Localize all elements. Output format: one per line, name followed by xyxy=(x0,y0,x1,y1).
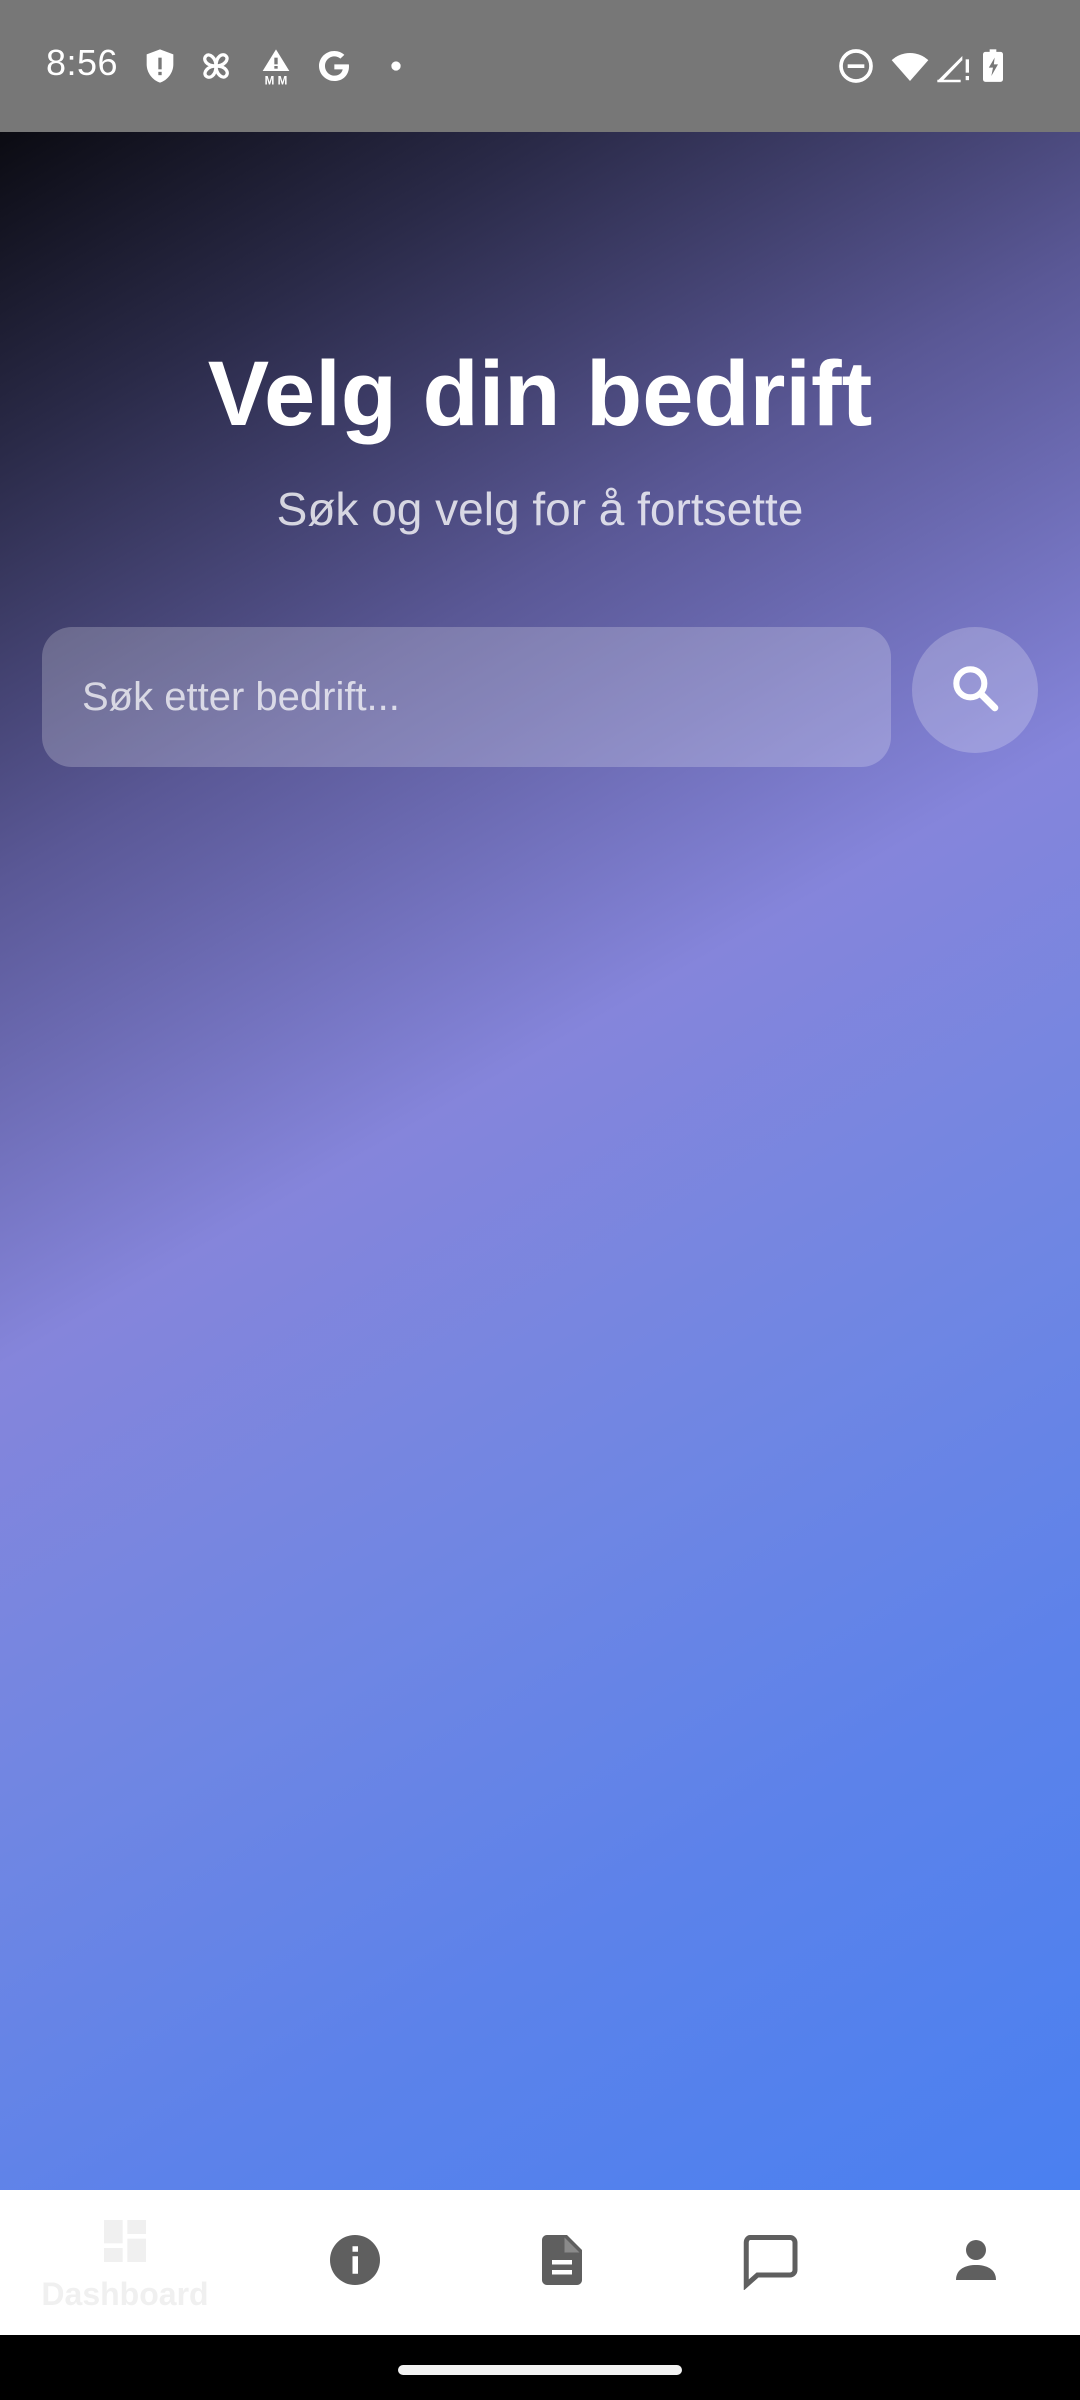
dashboard-icon xyxy=(97,2213,153,2274)
svg-text:M M: M M xyxy=(265,74,288,86)
info-icon xyxy=(325,2230,385,2295)
pinwheel-icon xyxy=(196,46,236,86)
app-screen: 8:56 M M Velg din bedrift Søk og velg fo… xyxy=(0,0,1080,2400)
main-content: Velg din bedrift Søk og velg for å forts… xyxy=(0,132,1080,2190)
person-icon xyxy=(946,2230,1006,2295)
nav-item-documents[interactable] xyxy=(502,2190,622,2335)
nav-label-dashboard: Dashboard xyxy=(41,2275,209,2312)
search-box xyxy=(42,627,891,767)
do-not-disturb-icon xyxy=(836,46,876,86)
wifi-icon xyxy=(890,46,930,86)
google-icon xyxy=(314,46,354,86)
page-title: Velg din bedrift xyxy=(207,343,873,445)
battery-charging-icon xyxy=(978,46,1018,86)
gesture-bar-area xyxy=(0,2335,1080,2400)
company-search-input[interactable] xyxy=(42,627,891,767)
nav-item-profile[interactable] xyxy=(916,2190,1036,2335)
shield-alert-icon xyxy=(140,46,180,86)
search-button[interactable] xyxy=(912,627,1038,753)
dot-icon xyxy=(376,46,416,86)
bottom-navigation: Dashboard xyxy=(0,2190,1080,2335)
status-time: 8:56 xyxy=(46,42,119,83)
chat-icon xyxy=(740,2230,800,2295)
mm-warning-icon: M M xyxy=(256,46,296,87)
signal-no-service-icon xyxy=(934,46,974,86)
document-icon xyxy=(532,2230,592,2295)
status-bar: 8:56 M M xyxy=(0,0,1080,132)
search-icon xyxy=(947,660,1003,721)
page-subtitle: Søk og velg for å fortsette xyxy=(276,483,804,535)
nav-item-dashboard[interactable]: Dashboard xyxy=(30,2190,220,2335)
gesture-handle[interactable] xyxy=(398,2365,682,2375)
nav-item-messages[interactable] xyxy=(710,2190,830,2335)
nav-item-info[interactable] xyxy=(295,2190,415,2335)
